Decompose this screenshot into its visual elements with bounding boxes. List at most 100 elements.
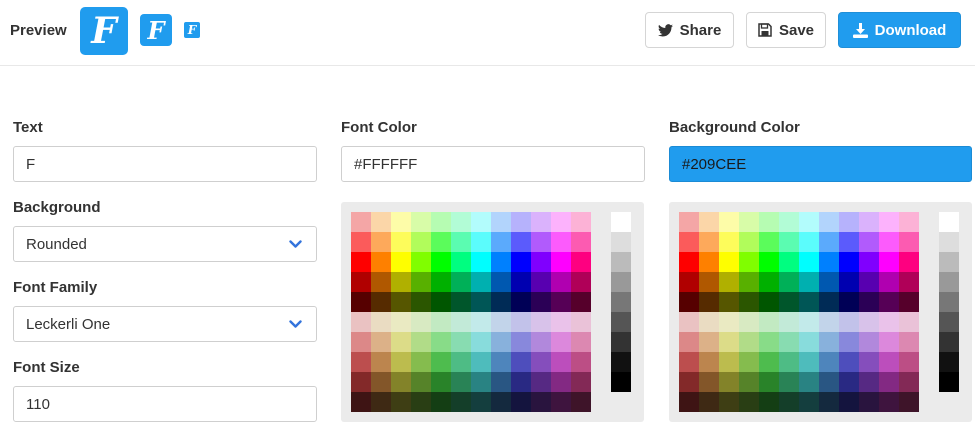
color-swatch[interactable] [491, 352, 511, 372]
color-swatch[interactable] [431, 352, 451, 372]
color-swatch[interactable] [431, 212, 451, 232]
color-swatch[interactable] [719, 232, 739, 252]
color-swatch[interactable] [551, 252, 571, 272]
color-swatch[interactable] [879, 332, 899, 352]
color-swatch[interactable] [351, 212, 371, 232]
color-swatch[interactable] [451, 332, 471, 352]
color-swatch[interactable] [371, 332, 391, 352]
grayscale-swatch[interactable] [939, 252, 959, 272]
color-swatch[interactable] [551, 212, 571, 232]
color-swatch[interactable] [531, 252, 551, 272]
color-swatch[interactable] [859, 312, 879, 332]
color-swatch[interactable] [859, 212, 879, 232]
color-swatch[interactable] [899, 352, 919, 372]
color-swatch[interactable] [859, 372, 879, 392]
color-swatch[interactable] [679, 252, 699, 272]
color-swatch[interactable] [391, 272, 411, 292]
color-swatch[interactable] [451, 212, 471, 232]
color-swatch[interactable] [879, 212, 899, 232]
color-swatch[interactable] [451, 232, 471, 252]
color-swatch[interactable] [839, 372, 859, 392]
color-swatch[interactable] [819, 392, 839, 412]
color-swatch[interactable] [899, 212, 919, 232]
color-swatch[interactable] [839, 232, 859, 252]
color-swatch[interactable] [699, 332, 719, 352]
color-swatch[interactable] [719, 272, 739, 292]
color-swatch[interactable] [839, 272, 859, 292]
color-swatch[interactable] [859, 392, 879, 412]
color-swatch[interactable] [899, 232, 919, 252]
color-swatch[interactable] [899, 312, 919, 332]
color-swatch[interactable] [859, 352, 879, 372]
color-swatch[interactable] [679, 352, 699, 372]
background-color-input[interactable]: #209CEE [669, 146, 972, 182]
color-swatch[interactable] [819, 272, 839, 292]
color-swatch[interactable] [699, 272, 719, 292]
color-swatch[interactable] [451, 392, 471, 412]
color-swatch[interactable] [371, 272, 391, 292]
color-swatch[interactable] [879, 392, 899, 412]
color-swatch[interactable] [779, 212, 799, 232]
color-swatch[interactable] [351, 232, 371, 252]
color-swatch[interactable] [679, 372, 699, 392]
color-swatch[interactable] [431, 292, 451, 312]
grayscale-swatch[interactable] [611, 232, 631, 252]
color-swatch[interactable] [699, 212, 719, 232]
color-swatch[interactable] [391, 352, 411, 372]
color-swatch[interactable] [719, 352, 739, 372]
color-swatch[interactable] [779, 232, 799, 252]
color-swatch[interactable] [411, 212, 431, 232]
color-swatch[interactable] [759, 392, 779, 412]
color-swatch[interactable] [511, 232, 531, 252]
color-swatch[interactable] [451, 352, 471, 372]
font-color-input[interactable]: #FFFFFF [341, 146, 645, 182]
color-swatch[interactable] [351, 252, 371, 272]
color-swatch[interactable] [431, 392, 451, 412]
color-swatch[interactable] [839, 312, 859, 332]
color-swatch[interactable] [759, 352, 779, 372]
color-swatch[interactable] [879, 312, 899, 332]
color-swatch[interactable] [351, 272, 371, 292]
color-swatch[interactable] [451, 292, 471, 312]
grayscale-swatch[interactable] [939, 292, 959, 312]
grayscale-swatch[interactable] [611, 292, 631, 312]
color-swatch[interactable] [491, 272, 511, 292]
color-swatch[interactable] [551, 292, 571, 312]
color-swatch[interactable] [699, 252, 719, 272]
color-swatch[interactable] [411, 272, 431, 292]
color-swatch[interactable] [899, 292, 919, 312]
color-swatch[interactable] [491, 212, 511, 232]
color-swatch[interactable] [571, 272, 591, 292]
color-swatch[interactable] [531, 212, 551, 232]
color-swatch[interactable] [779, 292, 799, 312]
color-swatch[interactable] [491, 292, 511, 312]
download-button[interactable]: Download [838, 12, 961, 48]
color-swatch[interactable] [411, 392, 431, 412]
background-select[interactable]: Rounded [13, 226, 317, 262]
color-swatch[interactable] [779, 252, 799, 272]
color-swatch[interactable] [759, 272, 779, 292]
color-swatch[interactable] [799, 392, 819, 412]
color-swatch[interactable] [571, 212, 591, 232]
color-swatch[interactable] [431, 312, 451, 332]
color-swatch[interactable] [799, 292, 819, 312]
color-swatch[interactable] [411, 332, 431, 352]
color-swatch[interactable] [431, 232, 451, 252]
color-swatch[interactable] [679, 392, 699, 412]
color-swatch[interactable] [491, 312, 511, 332]
color-swatch[interactable] [739, 312, 759, 332]
color-swatch[interactable] [759, 312, 779, 332]
color-swatch[interactable] [511, 352, 531, 372]
color-swatch[interactable] [351, 352, 371, 372]
color-swatch[interactable] [759, 292, 779, 312]
color-swatch[interactable] [819, 312, 839, 332]
color-swatch[interactable] [471, 372, 491, 392]
color-swatch[interactable] [531, 372, 551, 392]
color-swatch[interactable] [391, 312, 411, 332]
color-swatch[interactable] [551, 332, 571, 352]
color-swatch[interactable] [551, 312, 571, 332]
color-swatch[interactable] [839, 332, 859, 352]
color-swatch[interactable] [511, 212, 531, 232]
color-swatch[interactable] [879, 352, 899, 372]
color-swatch[interactable] [571, 332, 591, 352]
